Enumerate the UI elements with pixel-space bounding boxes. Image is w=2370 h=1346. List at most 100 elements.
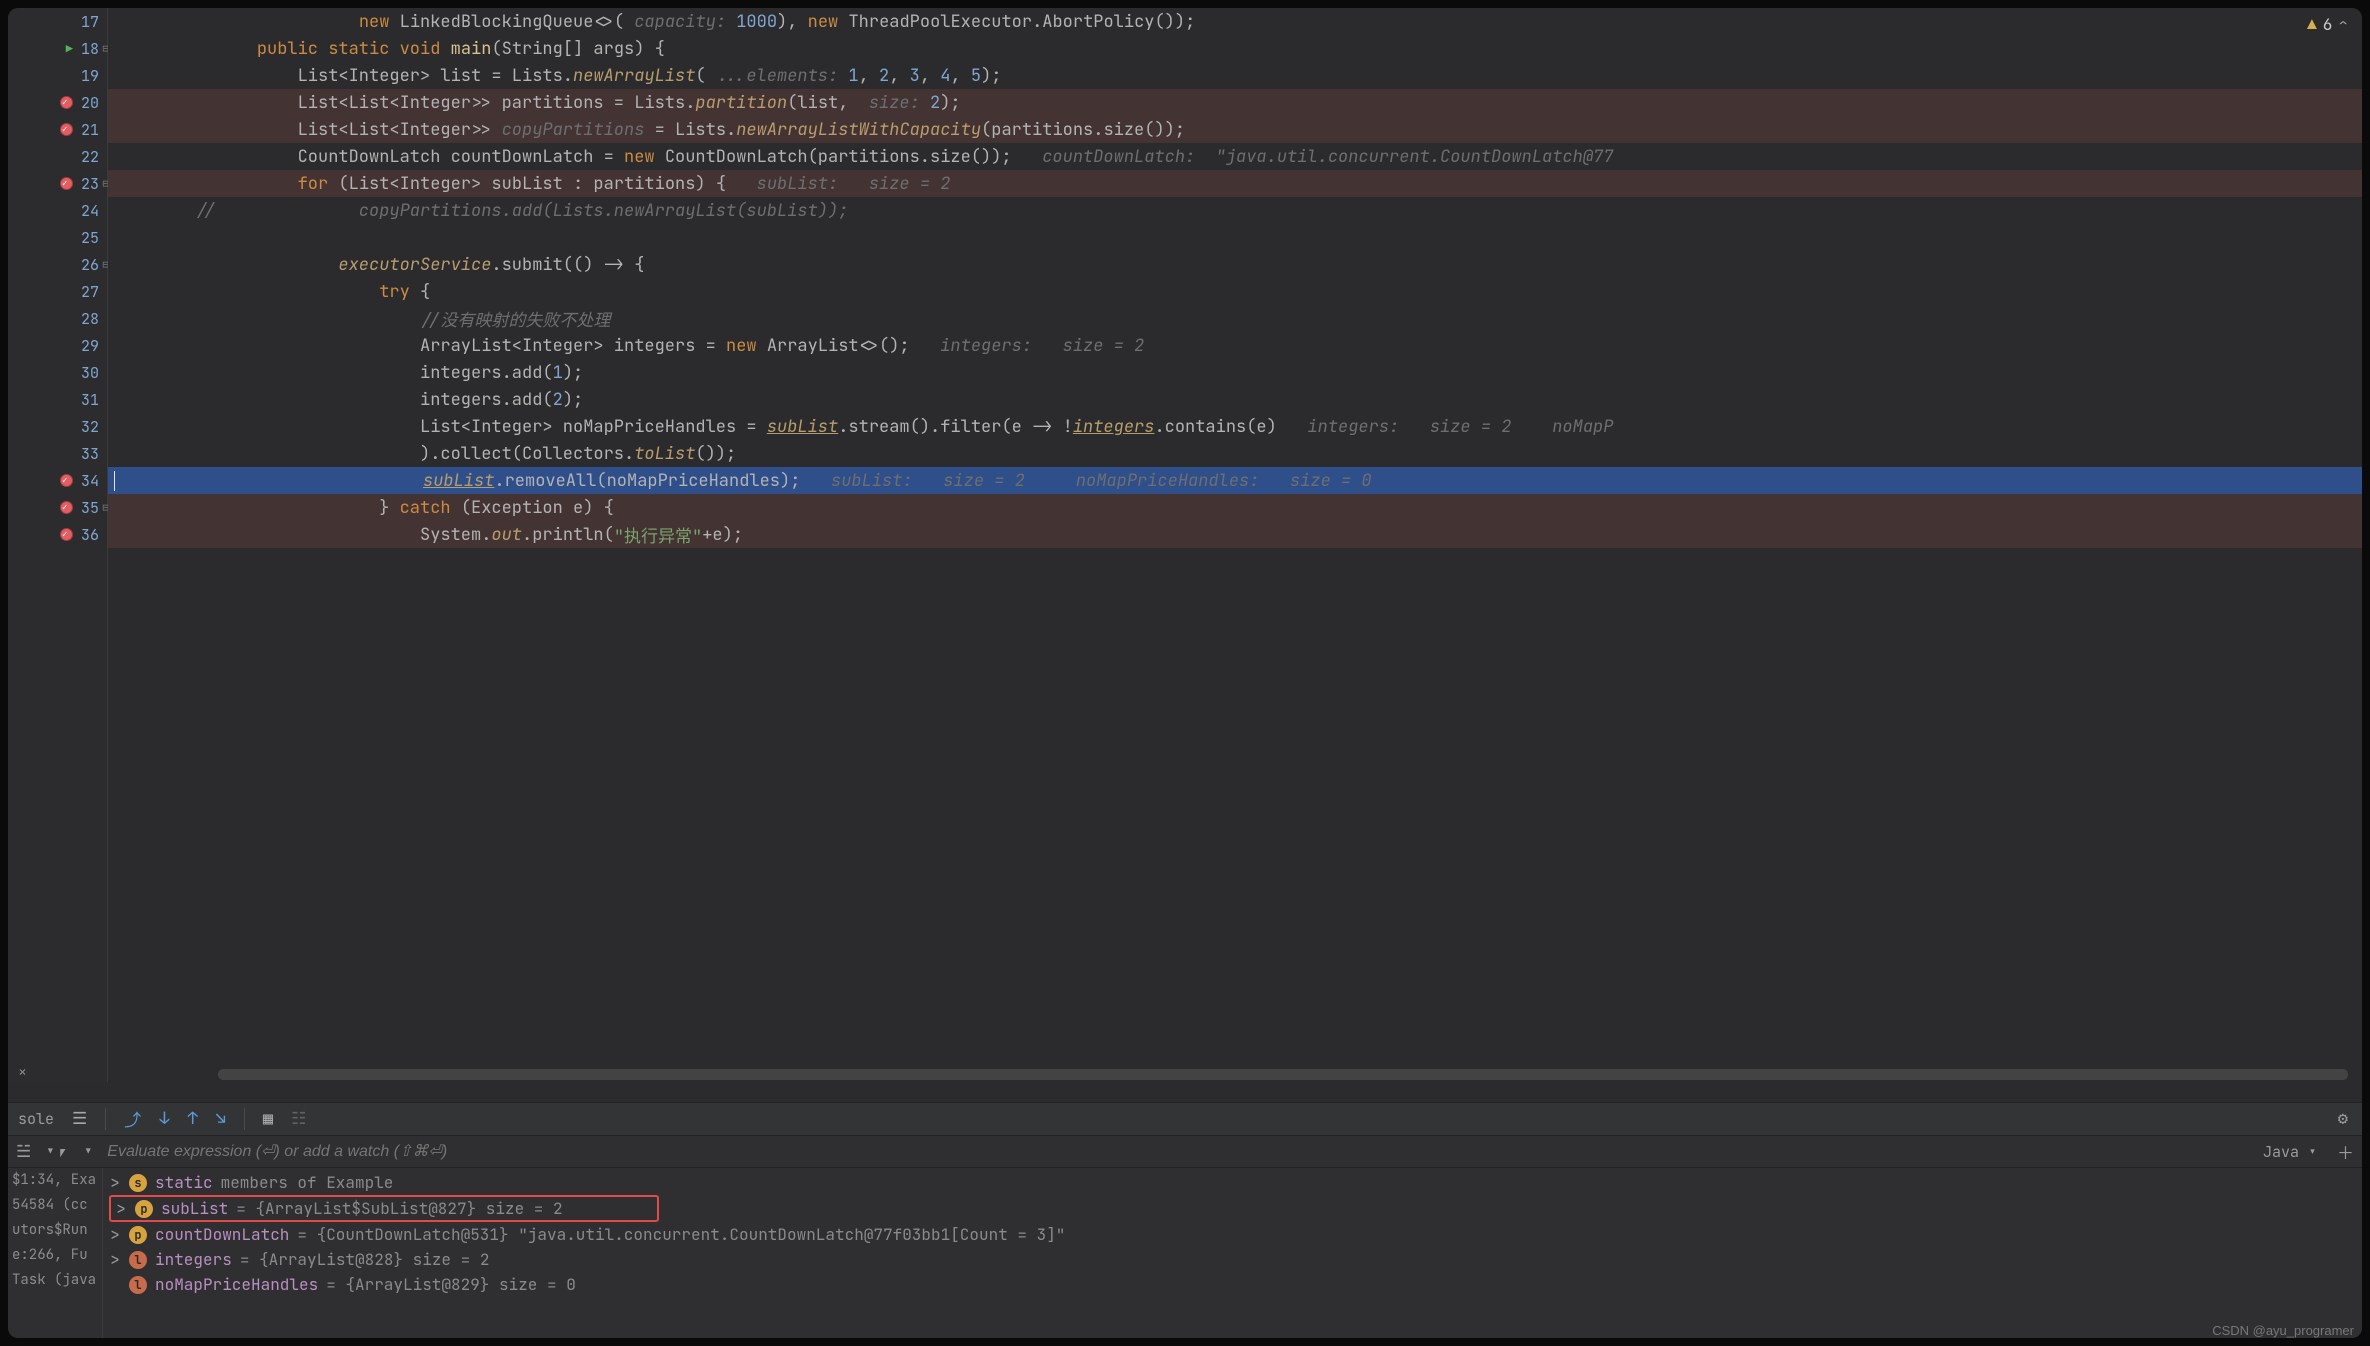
code-line[interactable]: CountDownLatch countDownLatch = new Coun… [108, 143, 2362, 170]
gutter-line[interactable]: 36 [8, 521, 107, 548]
type-badge-icon: s [129, 1174, 147, 1192]
gutter-line[interactable]: 35⊟ [8, 494, 107, 521]
breakpoint-icon[interactable] [60, 501, 73, 514]
gutter-line[interactable]: 31 [8, 386, 107, 413]
gutter-line[interactable]: 29 [8, 332, 107, 359]
code-line[interactable]: executorService.submit(() -> { [108, 251, 2362, 278]
expand-icon[interactable]: > [109, 1224, 121, 1245]
gutter-line[interactable]: 25 [8, 224, 107, 251]
code-line[interactable]: try { [108, 278, 2362, 305]
expand-icon[interactable]: > [109, 1172, 121, 1193]
frame-item[interactable]: Task (java [12, 1271, 98, 1296]
warning-icon: ▲ [2307, 14, 2317, 35]
code-line[interactable]: for (List<Integer> subList : partitions)… [108, 170, 2362, 197]
gutter-line[interactable]: 30 [8, 359, 107, 386]
gutter-line[interactable]: 28 [8, 305, 107, 332]
code-line[interactable]: integers.add(2); [108, 386, 2362, 413]
gutter-line[interactable]: 22 [8, 143, 107, 170]
stack-icon[interactable]: ☱ [16, 1141, 31, 1163]
code-line[interactable]: subList.removeAll(noMapPriceHandles); su… [108, 467, 2362, 494]
frames-list[interactable]: $1:34, Exa54584 (ccutors$Rune:266, FuTas… [8, 1168, 103, 1338]
step-over-icon[interactable]: ⤴ [124, 1106, 141, 1132]
code-line[interactable]: List<List<Integer>> partitions = Lists.p… [108, 89, 2362, 116]
close-icon[interactable]: × [18, 1062, 27, 1082]
code-line[interactable]: ArrayList<Integer> integers = new ArrayL… [108, 332, 2362, 359]
gutter-line[interactable]: 34 [8, 467, 107, 494]
trace-icon: ☷ [291, 1108, 306, 1130]
inspection-widget[interactable]: ▲ 6 ⌃ [2307, 14, 2348, 35]
breakpoint-icon[interactable] [60, 528, 73, 541]
variable-name: subList [161, 1198, 228, 1219]
add-watch-icon[interactable]: ＋ [2337, 1139, 2354, 1165]
breakpoint-icon[interactable] [60, 96, 73, 109]
dropdown-icon[interactable]: ▾ [83, 1141, 93, 1163]
code-line[interactable] [108, 224, 2362, 251]
variable-value: = {ArrayList$SubList@827} size = 2 [236, 1198, 562, 1219]
code-line[interactable]: List<Integer> list = Lists.newArrayList(… [108, 62, 2362, 89]
breakpoint-icon[interactable] [60, 177, 73, 190]
debug-toolbar: sole ☰ ⤴ ↓ ↑ ↘ ▦ ☷ ⚙ [8, 1102, 2362, 1136]
gutter-line[interactable]: 20 [8, 89, 107, 116]
gutter-line[interactable]: 17 [8, 8, 107, 35]
code-line[interactable]: System.out.println("执行异常"+e); [108, 521, 2362, 548]
variable-name: static [155, 1172, 213, 1193]
code-line[interactable]: // copyPartitions.add(Lists.newArrayList… [108, 197, 2362, 224]
frame-item[interactable]: utors$Run [12, 1221, 98, 1246]
variable-row[interactable]: > l integers = {ArrayList@828} size = 2 [109, 1247, 2356, 1272]
code-line[interactable]: integers.add(1); [108, 359, 2362, 386]
console-tab-label[interactable]: sole [18, 1109, 54, 1129]
code-line[interactable]: List<List<Integer>> copyPartitions = Lis… [108, 116, 2362, 143]
breakpoint-icon[interactable] [60, 474, 73, 487]
chevron-up-icon[interactable]: ⌃ [2338, 14, 2348, 35]
code-line[interactable]: public static void main(String[] args) { [108, 35, 2362, 62]
frame-item[interactable]: e:266, Fu [12, 1246, 98, 1271]
variable-value: = {CountDownLatch@531} "java.util.concur… [297, 1224, 1065, 1245]
variable-row[interactable]: lnoMapPriceHandles = {ArrayList@829} siz… [109, 1272, 2356, 1297]
variable-row[interactable]: > p subList = {ArrayList$SubList@827} size… [109, 1195, 659, 1222]
code-line[interactable]: ).collect(Collectors.toList()); [108, 440, 2362, 467]
variable-name: countDownLatch [155, 1224, 289, 1245]
type-badge-icon: l [129, 1276, 147, 1294]
code-line[interactable]: } catch (Exception e) { [108, 494, 2362, 521]
gutter-line[interactable]: 19 [8, 62, 107, 89]
variable-row[interactable]: >sstatic members of Example [109, 1170, 2356, 1195]
variables-list[interactable]: >sstatic members of Example>psubList = {… [103, 1168, 2362, 1338]
expand-icon[interactable]: > [109, 1249, 121, 1270]
editor-gutter[interactable]: 1718▶⊟1920212223⊟242526⊟2728293031323334… [8, 8, 108, 1082]
evaluate-input[interactable] [107, 1143, 2249, 1161]
language-selector[interactable]: Java ▾ [2263, 1142, 2317, 1162]
code-line[interactable]: List<Integer> noMapPriceHandles = subLis… [108, 413, 2362, 440]
gutter-line[interactable]: 21 [8, 116, 107, 143]
variable-value: = {ArrayList@828} size = 2 [240, 1249, 490, 1270]
code-line[interactable]: new LinkedBlockingQueue<>( capacity: 100… [108, 8, 2362, 35]
gutter-line[interactable]: 24 [8, 197, 107, 224]
type-badge-icon: p [129, 1226, 147, 1244]
variable-name: noMapPriceHandles [155, 1274, 318, 1295]
step-out-icon[interactable]: ↑ [187, 1108, 197, 1130]
breakpoint-icon[interactable] [60, 123, 73, 136]
frame-item[interactable]: 54584 (cc [12, 1196, 98, 1221]
type-badge-icon: p [135, 1200, 153, 1218]
gutter-line[interactable]: 32 [8, 413, 107, 440]
frame-item[interactable]: $1:34, Exa [12, 1171, 98, 1196]
code-line[interactable]: //没有映射的失败不处理 [108, 305, 2362, 332]
code-editor[interactable]: new LinkedBlockingQueue<>( capacity: 100… [108, 8, 2362, 1082]
evaluate-icon[interactable]: ▦ [263, 1108, 273, 1130]
watermark: CSDN @ayu_programer [2212, 1323, 2354, 1338]
run-icon[interactable]: ▶ [66, 41, 73, 57]
filter-icon[interactable]: ▾⎖ [45, 1141, 69, 1163]
expand-icon[interactable]: > [115, 1198, 127, 1219]
type-badge-icon: l [129, 1251, 147, 1269]
gutter-line[interactable]: 26⊟ [8, 251, 107, 278]
step-into-icon[interactable]: ↓ [159, 1108, 169, 1130]
variable-name: integers [155, 1249, 232, 1270]
layout-icon[interactable]: ☰ [72, 1108, 87, 1130]
gutter-line[interactable]: 18▶⊟ [8, 35, 107, 62]
run-to-cursor-icon[interactable]: ↘ [216, 1108, 226, 1130]
gear-icon[interactable]: ⚙ [2338, 1108, 2348, 1130]
horizontal-scrollbar[interactable] [218, 1069, 2348, 1080]
variable-row[interactable]: > p countDownLatch = {CountDownLatch@531} … [109, 1222, 2356, 1247]
gutter-line[interactable]: 27 [8, 278, 107, 305]
gutter-line[interactable]: 23⊟ [8, 170, 107, 197]
gutter-line[interactable]: 33 [8, 440, 107, 467]
